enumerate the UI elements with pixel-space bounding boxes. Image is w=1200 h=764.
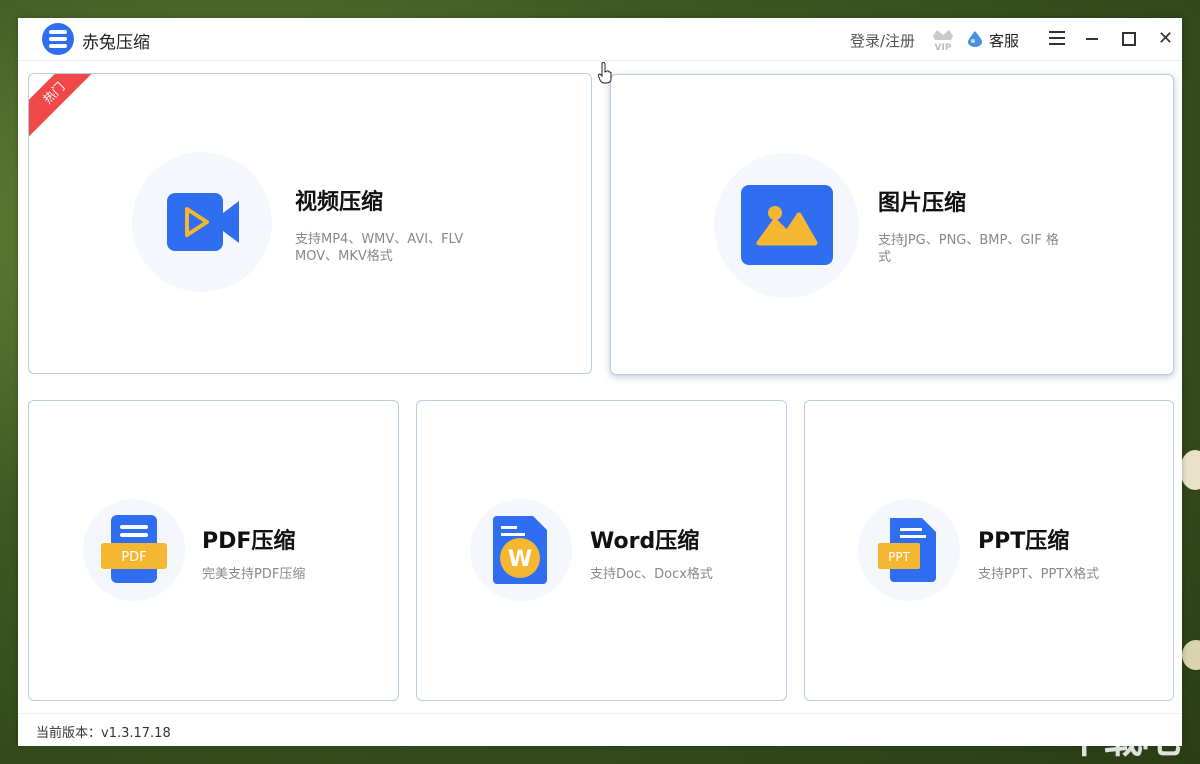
card-description: 支持JPG、PNG、BMP、GIF 格 式: [878, 232, 1078, 266]
pdf-compress-card[interactable]: PDF PDF压缩 完美支持PDF压缩: [28, 400, 399, 701]
minimize-icon[interactable]: [1086, 38, 1098, 40]
video-compress-card[interactable]: 热门 视频压缩 支持MP4、WMV、AVI、FLV MOV、MKV格式: [28, 73, 592, 374]
status-bar: 当前版本：v1.3.17.18: [18, 713, 1182, 747]
card-title: 视频压缩: [295, 190, 384, 215]
vip-crown-icon[interactable]: VIP: [930, 26, 956, 52]
customer-service-icon[interactable]: [968, 31, 982, 47]
card-title: PDF压缩: [202, 529, 296, 554]
ppt-compress-card[interactable]: PPT PPT压缩 支持PPT、PPTX格式: [804, 400, 1174, 701]
desc-line: 支持JPG、PNG、BMP、GIF 格: [878, 233, 1059, 248]
hot-badge: 热门: [29, 74, 103, 142]
watermark: 下载吧: [1065, 716, 1181, 762]
word-icon: W: [493, 516, 547, 584]
menu-icon[interactable]: [1049, 31, 1065, 45]
ppt-icon: PPT: [878, 518, 936, 582]
word-icon-label: W: [508, 547, 532, 572]
desc-line: 式: [878, 250, 892, 265]
image-icon: [741, 185, 833, 265]
background-flower: [1180, 450, 1200, 490]
background-flower: [1182, 640, 1200, 670]
ppt-icon-label: PPT: [888, 550, 910, 564]
app-window: 赤兔压缩 登录/注册 VIP 客服 ✕ 热门 视频压缩 支持MP4、WMV、AV…: [18, 18, 1182, 746]
card-title: 图片压缩: [878, 191, 967, 216]
desc-line: MOV、MKV格式: [295, 249, 393, 264]
logo-icon: [42, 23, 74, 55]
pdf-icon: PDF: [101, 515, 167, 583]
version-label: 当前版本：v1.3.17.18: [36, 726, 171, 741]
login-register-link[interactable]: 登录/注册: [850, 30, 915, 51]
title-bar[interactable]: 赤兔压缩 登录/注册 VIP 客服 ✕: [18, 18, 1182, 61]
image-compress-card[interactable]: 图片压缩 支持JPG、PNG、BMP、GIF 格 式: [610, 74, 1174, 375]
word-compress-card[interactable]: W Word压缩 支持Doc、Docx格式: [416, 400, 787, 701]
close-icon[interactable]: ✕: [1158, 30, 1173, 48]
customer-service-label[interactable]: 客服: [989, 30, 1019, 51]
card-title: Word压缩: [590, 529, 700, 554]
card-description: 支持PPT、PPTX格式: [978, 567, 1100, 582]
pdf-icon-label: PDF: [121, 550, 146, 565]
maximize-icon[interactable]: [1122, 32, 1136, 46]
card-description: 支持Doc、Docx格式: [590, 567, 713, 582]
video-camera-icon: [167, 193, 239, 251]
vip-label: VIP: [935, 43, 952, 52]
card-description: 完美支持PDF压缩: [202, 567, 306, 582]
app-title: 赤兔压缩: [82, 33, 150, 53]
card-title: PPT压缩: [978, 529, 1070, 554]
card-description: 支持MP4、WMV、AVI、FLV MOV、MKV格式: [295, 231, 463, 265]
desc-line: 支持MP4、WMV、AVI、FLV: [295, 232, 464, 247]
hand-cursor-icon: [598, 62, 612, 84]
